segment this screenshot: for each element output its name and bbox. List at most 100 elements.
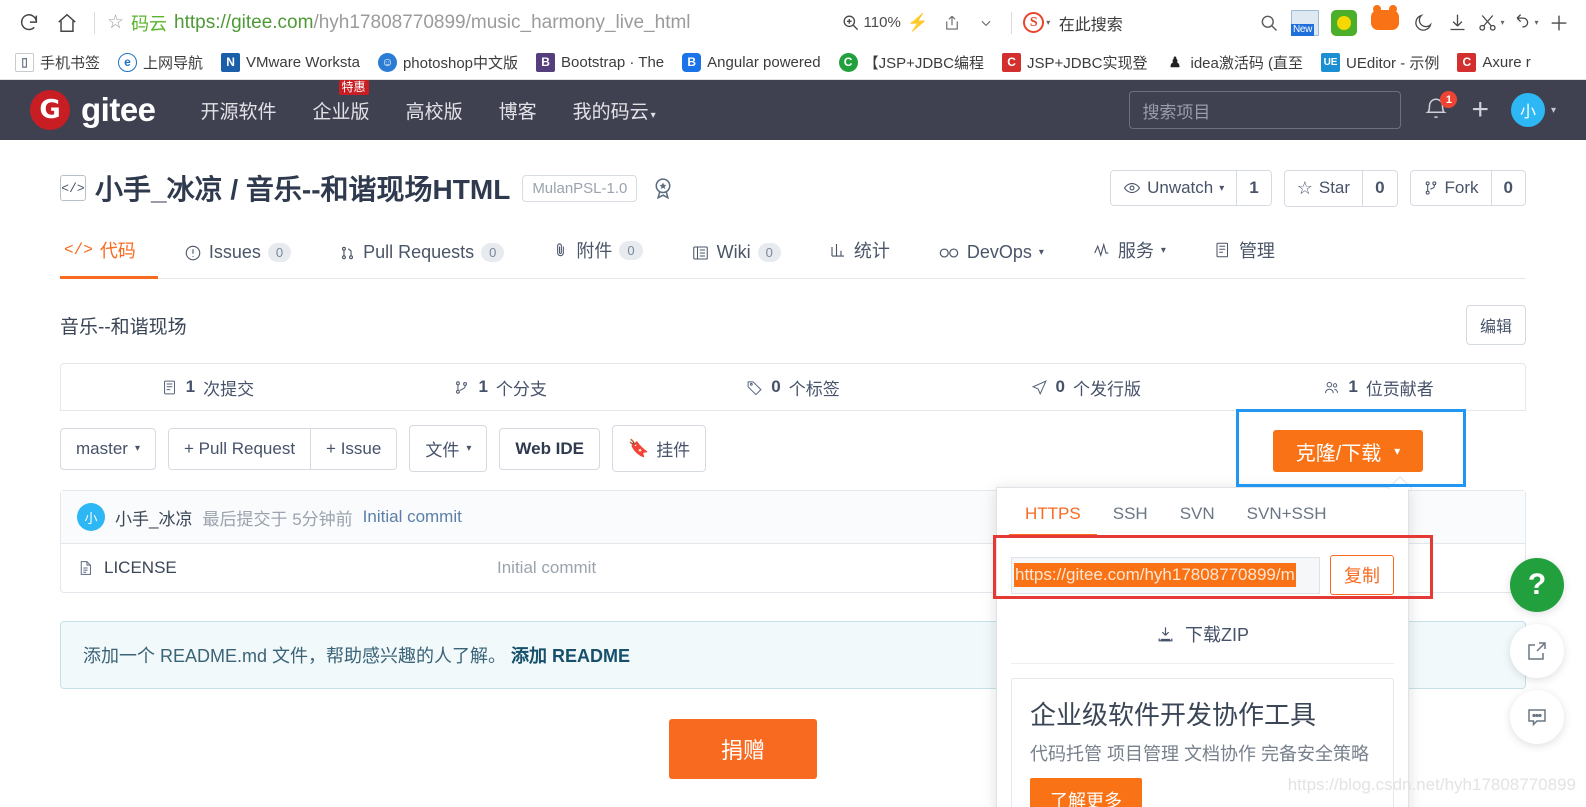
star-button[interactable]: ☆ Star	[1284, 170, 1363, 206]
download-icon[interactable]	[1440, 6, 1474, 40]
green-extension-icon[interactable]	[1331, 9, 1361, 36]
user-menu[interactable]: 小 ▾	[1510, 93, 1556, 127]
reload-icon[interactable]	[10, 4, 48, 42]
fork-button-group[interactable]: Fork 0	[1409, 170, 1526, 206]
tab-statistics[interactable]: 统计	[825, 227, 912, 279]
chevron-down-icon: ▾	[1160, 244, 1166, 256]
nav-item-my-gitee[interactable]: 我的码云 ▾	[573, 97, 656, 124]
help-button[interactable]: ?	[1510, 558, 1564, 612]
zoom-control[interactable]: 110%	[841, 13, 901, 32]
medal-icon[interactable]	[650, 175, 676, 201]
commit-message[interactable]: Initial commit	[363, 507, 462, 527]
stat-contributors[interactable]: 1 位贡献者	[1232, 375, 1525, 400]
new-pull-request-button[interactable]: + Pull Request	[169, 428, 311, 469]
unwatch-button[interactable]: Unwatch ▾	[1111, 171, 1237, 205]
add-new-icon[interactable]: +	[1471, 95, 1489, 125]
csdn-icon: C	[1002, 52, 1022, 72]
notification-bell[interactable]: 1	[1423, 91, 1458, 124]
moon-icon[interactable]	[1406, 6, 1440, 40]
lightning-icon[interactable]: ⚡	[901, 6, 935, 40]
commit-author[interactable]: 小手_冰凉	[115, 505, 192, 530]
bookmark-item[interactable]: C JSP+JDBC实现登	[993, 47, 1156, 77]
bookmark-item[interactable]: UE UEditor - 示例	[1312, 47, 1448, 77]
search-input[interactable]: 搜索项目	[1129, 91, 1402, 129]
nav-item-blog[interactable]: 博客	[499, 97, 537, 124]
feedback-button[interactable]	[1510, 690, 1564, 744]
tab-label: 代码	[99, 241, 136, 261]
search-here-label[interactable]: 在此搜索	[1059, 11, 1123, 35]
share-external-button[interactable]	[1510, 624, 1564, 678]
clone-download-button[interactable]: 克隆/下载 ▾	[1273, 430, 1423, 472]
star-count[interactable]: 0	[1362, 170, 1397, 206]
help-icon: ?	[1527, 568, 1547, 601]
bookmark-item[interactable]: ☺ photoshop中文版	[369, 47, 527, 77]
donate-button[interactable]: 捐赠	[668, 719, 817, 779]
tab-devops[interactable]: DevOps ▾	[934, 232, 1066, 279]
tab-services[interactable]: 服务 ▾	[1088, 227, 1188, 279]
toolbar-divider	[94, 11, 95, 34]
bookmark-item[interactable]: C Axure r	[1448, 47, 1539, 77]
search-icon[interactable]	[1252, 6, 1286, 40]
nav-item-opensource[interactable]: 开源软件	[201, 97, 277, 124]
clone-tab-ssh[interactable]: SSH	[1097, 498, 1164, 537]
bookmark-item[interactable]: ♟ idea激活码 (直至	[1156, 47, 1312, 77]
watch-button-group[interactable]: Unwatch ▾ 1	[1110, 170, 1272, 206]
gitee-logo[interactable]: G gitee	[30, 90, 156, 130]
game-extension-icon[interactable]	[1371, 4, 1401, 36]
promo-title: 企业级软件开发协作工具	[1030, 700, 1317, 730]
tab-attachments[interactable]: 附件 0	[548, 227, 664, 279]
bookmark-item[interactable]: B Bootstrap · The	[527, 47, 673, 77]
stat-releases[interactable]: 0 个发行版	[939, 375, 1232, 400]
undo-icon[interactable]: ▾	[1508, 6, 1542, 40]
tab-label: 统计	[853, 241, 890, 261]
stat-commits[interactable]: 1 次提交	[61, 375, 354, 400]
star-button-group[interactable]: ☆ Star 0	[1283, 169, 1398, 207]
fork-button[interactable]: Fork	[1410, 171, 1491, 205]
download-zip-row[interactable]: 下载ZIP	[1011, 607, 1394, 664]
widget-button[interactable]: 🔖 挂件	[612, 425, 707, 472]
home-icon[interactable]	[48, 4, 86, 42]
web-ide-button[interactable]: Web IDE	[499, 427, 601, 470]
stat-branches[interactable]: 1 个分支	[354, 375, 647, 400]
bookmark-item[interactable]: ▯ 手机书签	[6, 47, 109, 77]
address-bar[interactable]: ☆ 码云 https://gitee.com/hyh17808770899/mu…	[103, 7, 691, 39]
tab-issues[interactable]: Issues 0	[180, 232, 313, 279]
bookmark-item[interactable]: B Angular powered	[673, 47, 829, 77]
stat-tags[interactable]: 0 个标签	[647, 375, 940, 400]
share-icon[interactable]	[935, 6, 969, 40]
new-issue-button[interactable]: + Issue	[310, 428, 397, 469]
edit-button[interactable]: 编辑	[1465, 305, 1526, 345]
avatar[interactable]: 小	[77, 503, 105, 531]
license-badge[interactable]: MulanPSL-1.0	[522, 174, 638, 202]
clone-tab-svn[interactable]: SVN	[1164, 498, 1231, 537]
tab-code[interactable]: </> 代码	[60, 227, 158, 279]
url-path: /hyh17808770899/music_harmony_live_html	[313, 11, 691, 33]
nav-item-enterprise[interactable]: 企业版 特惠	[313, 79, 370, 124]
page-title: 小手_冰凉 / 音乐--和谐现场HTML	[95, 174, 511, 205]
file-name-cell[interactable]: LICENSE	[77, 558, 497, 578]
fork-count[interactable]: 0	[1490, 171, 1525, 205]
sogou-s-icon[interactable]: S ▾	[1020, 6, 1054, 40]
bookmark-item[interactable]: C 【JSP+JDBC编程	[830, 47, 993, 77]
tab-pull-requests[interactable]: Pull Requests 0	[335, 232, 526, 279]
tab-wiki[interactable]: Wiki 0	[687, 232, 803, 279]
plus-icon[interactable]	[1542, 6, 1576, 40]
tab-manage[interactable]: 管理	[1210, 227, 1297, 279]
chevron-down-icon[interactable]	[969, 6, 1003, 40]
files-dropdown[interactable]: 文件 ▾	[409, 425, 488, 472]
new-extension-icon[interactable]: New	[1291, 9, 1321, 36]
nav-item-campus[interactable]: 高校版	[406, 97, 463, 124]
watch-count[interactable]: 1	[1236, 171, 1271, 205]
nav-label: 我的码云	[572, 101, 649, 123]
repo-title-row: </> 小手_冰凉 / 音乐--和谐现场HTML MulanPSL-1.0 Un…	[60, 140, 1526, 208]
chart-icon	[831, 244, 844, 257]
scissors-icon[interactable]: ▾	[1474, 6, 1508, 40]
bookmark-item[interactable]: e 上网导航	[109, 47, 212, 77]
clone-tab-https[interactable]: HTTPS	[1009, 498, 1097, 537]
clone-tab-svn-ssh[interactable]: SVN+SSH	[1231, 498, 1343, 537]
branch-selector[interactable]: master ▾	[60, 427, 156, 470]
promo-learn-more-button[interactable]: 了解更多	[1030, 778, 1142, 807]
bookmark-item[interactable]: N VMware Worksta	[212, 47, 369, 77]
star-icon[interactable]: ☆	[107, 13, 124, 32]
add-readme-link[interactable]: 添加 README	[511, 646, 630, 666]
